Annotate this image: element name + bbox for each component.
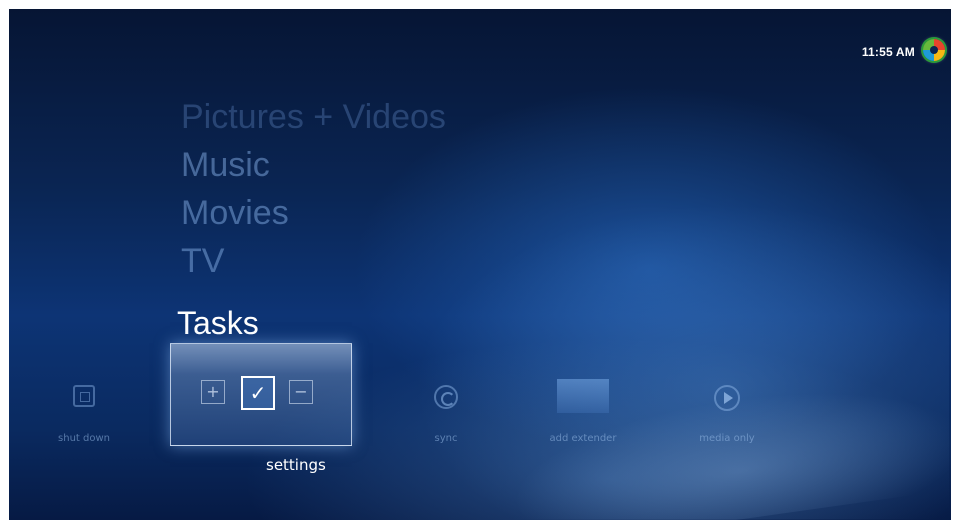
menu-item-movies[interactable]: Movies <box>181 189 446 237</box>
clock-time: 11:55 AM <box>861 45 915 59</box>
tasks-strip: shut down sync add extender media only <box>9 371 951 481</box>
media-center-screen: 11:55 AM Pictures + Videos Music Movies … <box>9 9 951 520</box>
windows-logo-icon[interactable] <box>923 39 945 61</box>
menu-item-music[interactable]: Music <box>181 141 446 189</box>
menu-item-pictures-videos[interactable]: Pictures + Videos <box>181 93 446 141</box>
task-label: shut down <box>58 433 110 444</box>
minus-icon: − <box>289 380 313 404</box>
task-label: add extender <box>549 433 617 444</box>
menu-item-tv[interactable]: TV <box>181 237 446 285</box>
power-icon <box>73 385 95 407</box>
task-label: sync <box>434 433 458 444</box>
task-label: media only <box>699 433 755 444</box>
main-menu: Pictures + Videos Music Movies TV <box>181 93 446 285</box>
menu-item-tasks[interactable]: Tasks <box>177 305 259 342</box>
task-add-extender[interactable]: add extender <box>518 371 648 461</box>
media-only-icon <box>714 385 740 411</box>
task-settings-label: settings <box>266 456 326 474</box>
plus-icon: + <box>201 380 225 404</box>
task-sync[interactable]: sync <box>381 371 511 461</box>
task-shut-down[interactable]: shut down <box>19 371 149 461</box>
checkbox-icon: ✓ <box>241 376 275 410</box>
extender-icon <box>557 379 609 413</box>
task-media-only[interactable]: media only <box>662 371 792 461</box>
sync-icon <box>434 385 458 409</box>
task-settings[interactable]: + ✓ − <box>170 343 352 446</box>
